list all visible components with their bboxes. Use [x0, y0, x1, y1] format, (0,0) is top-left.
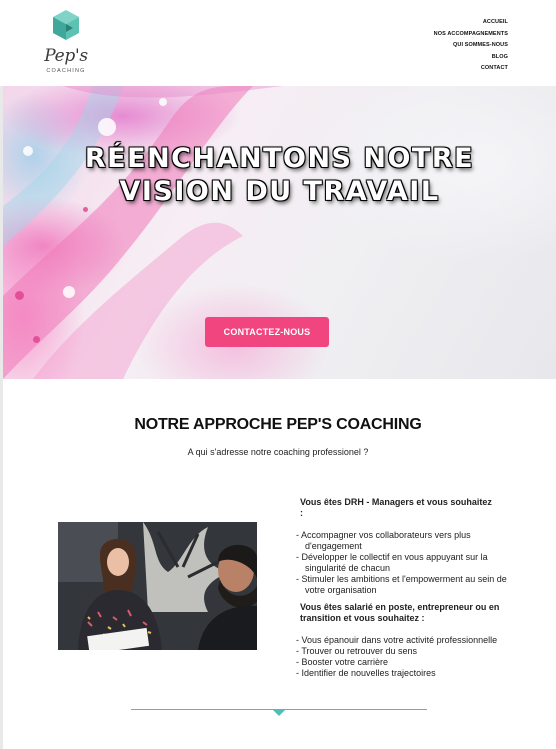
group1-heading-line1: Vous êtes DRH - Managers et vous souhait… [300, 497, 492, 507]
nav-item-blog[interactable]: BLOG [434, 52, 508, 64]
approach-title: NOTRE APPROCHE PEP'S COACHING [134, 416, 422, 433]
nav-item-contact[interactable]: CONTACT [434, 63, 508, 75]
hero-bubble [15, 291, 24, 300]
list-item: - Accompagner vos collaborateurs vers pl… [296, 530, 471, 551]
contact-button[interactable]: CONTACTEZ-NOUS [205, 317, 329, 347]
list-item: - Vous épanouir dans votre activité prof… [296, 635, 498, 645]
hero-title: RÉENCHANTONS NOTRE VISION DU TRAVAIL [3, 142, 556, 208]
group1-heading-line2: : [300, 508, 303, 518]
hero-bubble [159, 98, 167, 106]
group2-heading: Vous êtes salarié en poste, entrepreneur… [300, 602, 500, 623]
logo-cube-icon [53, 10, 79, 40]
list-item: - Stimuler les ambitions et l'empowermen… [296, 574, 507, 595]
nav-item-accueil[interactable]: ACCUEIL [434, 17, 508, 29]
group1-heading: Vous êtes DRH - Managers et vous souhait… [296, 497, 508, 519]
nav-item-accompagnements[interactable]: NOS ACCOMPAGNEMENTS [434, 29, 508, 41]
brand-logo[interactable]: Pep's COACHING [38, 8, 94, 78]
hero-banner: RÉENCHANTONS NOTRE VISION DU TRAVAIL CON… [3, 86, 556, 379]
hero-bubble [33, 336, 40, 343]
coaching-photo [58, 522, 257, 650]
list-item: - Trouver ou retrouver du sens [296, 646, 418, 656]
logo-wordmark: Pep's [44, 46, 88, 66]
group2-list: - Vous épanouir dans votre activité prof… [296, 635, 508, 679]
coaching-photo-illustration [58, 522, 257, 650]
hero-bubble [63, 286, 75, 298]
divider-arrow-icon [273, 710, 285, 716]
main-nav: ACCUEIL NOS ACCOMPAGNEMENTS QUI SOMMES-N… [434, 17, 508, 75]
list-item: - Identifier de nouvelles trajectoires [296, 668, 436, 678]
site-header: Pep's COACHING ACCUEIL NOS ACCOMPAGNEMEN… [0, 0, 556, 86]
audience-content: Vous êtes DRH - Managers et vous souhait… [296, 497, 508, 679]
hero-bubble [98, 118, 116, 136]
logo-tagline: COACHING [46, 68, 86, 74]
list-item: - Développer le collectif en vous appuya… [296, 552, 488, 573]
nav-item-qui-sommes-nous[interactable]: QUI SOMMES-NOUS [434, 40, 508, 52]
hero-title-line1: RÉENCHANTONS NOTRE [84, 143, 475, 174]
group1-list: - Accompagner vos collaborateurs vers pl… [296, 530, 508, 596]
list-item: - Booster votre carrière [296, 657, 389, 667]
approach-subtitle: A qui s'adresse notre coaching professio… [187, 447, 369, 457]
hero-title-line2: VISION DU TRAVAIL [119, 176, 440, 207]
